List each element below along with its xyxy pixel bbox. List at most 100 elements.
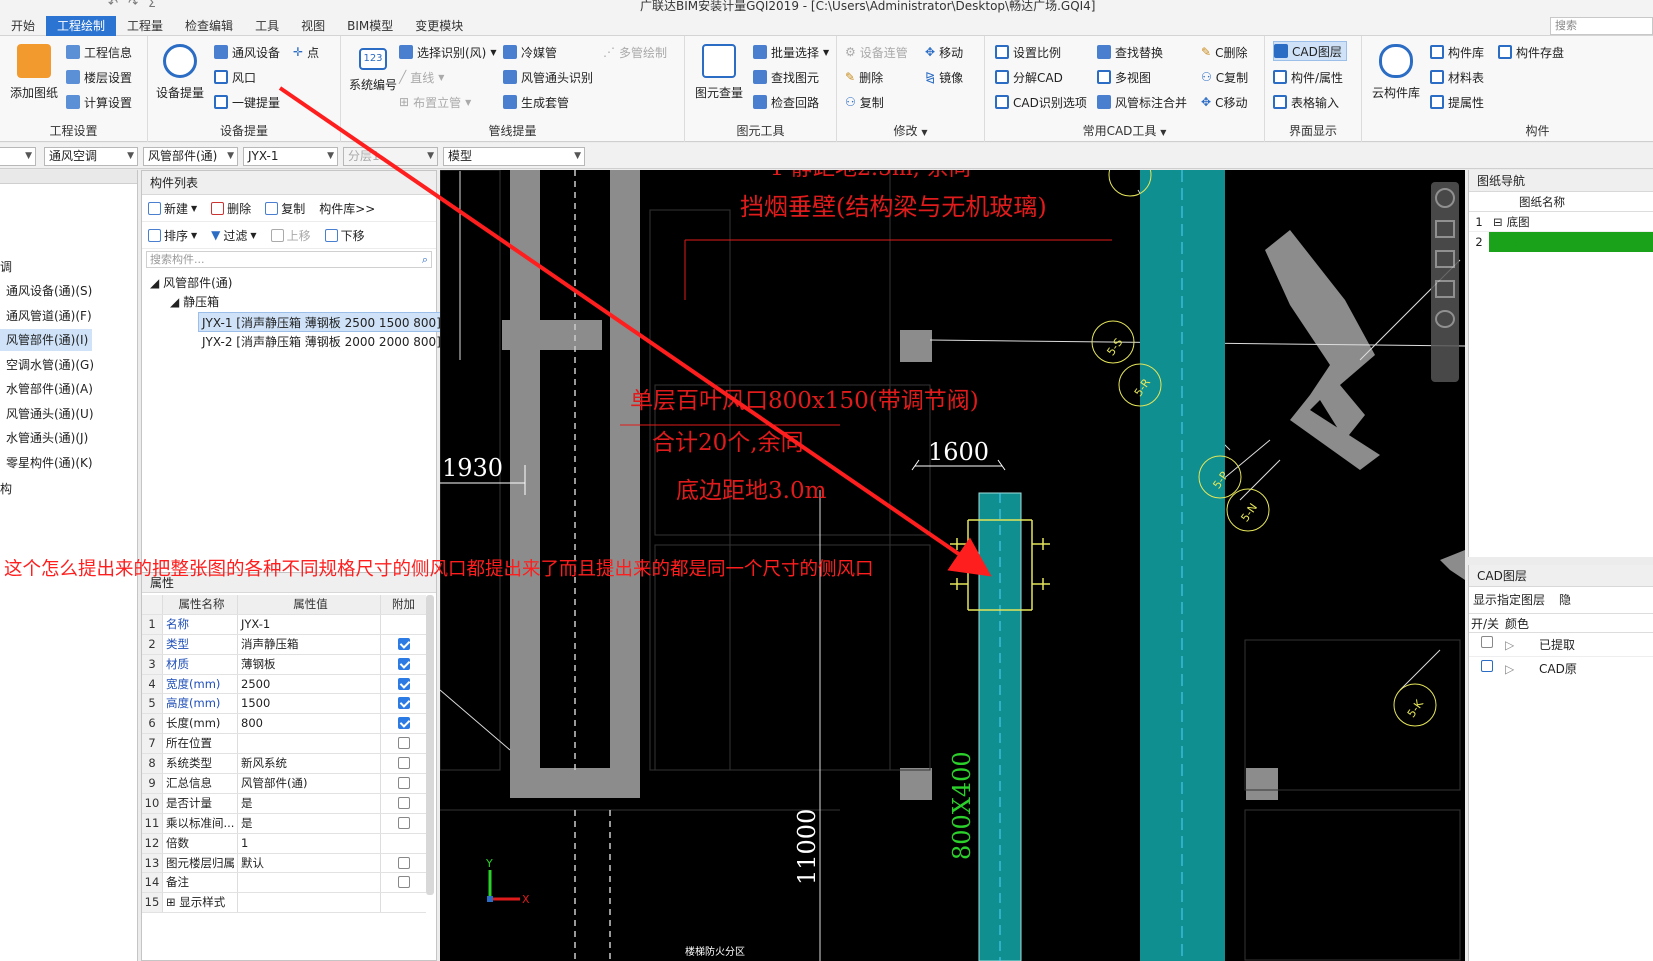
property-row[interactable]: 10 是否计量是 xyxy=(142,793,426,814)
menu-tab[interactable]: 工程量 xyxy=(116,16,174,36)
property-value[interactable]: 2500 xyxy=(238,674,381,694)
property-value[interactable]: 是 xyxy=(238,793,381,813)
property-value[interactable]: 1500 xyxy=(238,694,381,714)
menu-tab[interactable]: BIM模型 xyxy=(336,16,404,36)
left-nav-item[interactable]: 通风设备(通)(S) xyxy=(6,280,92,302)
rotate-icon[interactable] xyxy=(1435,310,1455,328)
property-value[interactable]: 新风系统 xyxy=(238,754,381,774)
cad-layer-row[interactable]: ▷ CAD原 xyxy=(1469,657,1653,681)
calc-settings-button[interactable]: 计算设置 xyxy=(66,92,132,112)
comp-save-button[interactable]: 构件存盘 xyxy=(1498,42,1564,62)
property-value[interactable]: 默认 xyxy=(238,853,381,873)
property-row[interactable]: 5 高度(mm) 1500 xyxy=(142,694,426,715)
library-button[interactable]: 构件库>> xyxy=(319,200,375,217)
attach-checkbox[interactable] xyxy=(397,796,410,809)
property-value[interactable] xyxy=(238,734,381,754)
property-row[interactable]: 8 系统类型 新风系统 xyxy=(142,754,426,775)
material-button[interactable]: 材料表 xyxy=(1430,67,1484,87)
collapse-icon[interactable]: ⊟ xyxy=(1493,212,1503,231)
batch-select-button[interactable]: 批量选择 ▼ xyxy=(753,42,829,62)
multi-draw-button[interactable]: ⋰ 多管绘制 xyxy=(603,42,667,62)
system-number-button[interactable]: 123 系统编号 xyxy=(343,48,403,93)
sum-icon[interactable]: Σ xyxy=(148,0,156,10)
layer-toggle-checkbox[interactable] xyxy=(1481,635,1493,648)
attach-checkbox[interactable] xyxy=(397,777,410,790)
air-outlet-button[interactable]: 风口 xyxy=(214,67,256,87)
refrigerant-pipe-button[interactable]: 冷媒管 xyxy=(503,42,557,62)
comp-attr-button[interactable]: 构件/属性 xyxy=(1273,67,1343,87)
property-row[interactable]: 15 ⊞ 显示样式 xyxy=(142,893,426,914)
duct-head-identify-button[interactable]: 风管通头识别 xyxy=(503,67,593,87)
selector-leftmost[interactable]: ▼ xyxy=(0,147,36,166)
undo-icon[interactable]: ↶ xyxy=(108,0,118,10)
component-select[interactable]: JYX-1 ▼ xyxy=(243,147,338,166)
mode-select[interactable]: 模型 ▼ xyxy=(443,147,585,166)
set-scale-button[interactable]: 设置比例 xyxy=(995,42,1061,62)
point-button[interactable]: ✛ 点 xyxy=(293,42,319,62)
c-move-button[interactable]: ✥ C移动 xyxy=(1201,92,1247,112)
expand-icon[interactable]: ▷ xyxy=(1505,633,1539,657)
cloud-lib-button[interactable]: 云构件库 xyxy=(1366,44,1426,101)
menu-tab[interactable]: 工程绘制 xyxy=(46,16,117,36)
property-row[interactable]: 1 名称 JYX-1 xyxy=(142,614,426,635)
left-nav-item[interactable]: 零星构件(通)(K) xyxy=(6,452,93,474)
layer-toggle-checkbox[interactable] xyxy=(1481,660,1493,672)
property-value[interactable]: 风管部件(通) xyxy=(238,774,381,793)
extract-attr-button[interactable]: 提属性 xyxy=(1430,92,1484,112)
tree-leaf-2[interactable]: JYX-2 [消声静压箱 薄钢板 2000 2000 800] xyxy=(202,332,441,352)
c-copy-button[interactable]: ⚇ C复制 xyxy=(1201,67,1248,87)
cad-layer-button[interactable]: CAD图层 xyxy=(1273,41,1347,61)
tree-group[interactable]: ◢ 静压箱 xyxy=(170,292,219,312)
new-button[interactable]: 新建 ▼ xyxy=(148,200,197,217)
property-row[interactable]: 9 汇总信息 风管部件(通) xyxy=(142,774,426,794)
menu-tab[interactable]: 开始 xyxy=(0,16,46,36)
left-nav-item[interactable]: 风管部件(通)(I) xyxy=(0,329,92,351)
property-row[interactable]: 7 所在位置 xyxy=(142,734,426,755)
property-row[interactable]: 14 备注 xyxy=(142,873,426,894)
property-value[interactable]: 是 xyxy=(238,813,381,833)
expand-icon[interactable]: ▷ xyxy=(1505,657,1539,681)
find-element-button[interactable]: 查找图元 xyxy=(753,67,819,87)
search-input[interactable]: 搜索 xyxy=(1550,17,1653,35)
property-value[interactable]: JYX-1 xyxy=(238,614,381,634)
hide-layer-button[interactable]: 隐 xyxy=(1559,587,1571,613)
drawing-row[interactable]: 2 模型 xyxy=(1469,232,1653,252)
component-search-input[interactable]: 搜索构件... ⌕ xyxy=(146,251,432,268)
left-nav-item[interactable]: 风管通头(通)(U) xyxy=(6,403,94,425)
c-delete-button[interactable]: ✎ C删除 xyxy=(1201,42,1247,62)
tree-root[interactable]: ◢ 风管部件(通) xyxy=(150,273,232,293)
property-value[interactable]: 1 xyxy=(238,833,381,853)
property-value[interactable]: 薄钢板 xyxy=(238,654,381,674)
type-select[interactable]: 风管部件(通) ▼ xyxy=(143,147,238,166)
left-nav-item[interactable]: 水管部件(通)(A) xyxy=(6,378,93,400)
property-row[interactable]: 2 类型 消声静压箱 xyxy=(142,634,426,655)
floor-settings-button[interactable]: 楼层设置 xyxy=(66,67,132,87)
delete-button[interactable]: ✎ 删除 xyxy=(845,67,883,87)
redo-icon[interactable]: ↷ xyxy=(128,0,138,10)
attach-checkbox[interactable] xyxy=(397,737,410,750)
menu-tab[interactable]: 变更模块 xyxy=(404,16,474,36)
property-scrollbar[interactable] xyxy=(426,595,434,895)
one-key-extract-button[interactable]: 一键提量 xyxy=(214,92,280,112)
attach-checkbox[interactable] xyxy=(397,876,410,889)
gen-sleeve-button[interactable]: 生成套管 xyxy=(503,92,569,112)
property-value[interactable] xyxy=(238,873,381,893)
drawing-row[interactable]: 1 ⊟ 底图 xyxy=(1469,212,1653,232)
device-extract-button[interactable]: 设备提量 xyxy=(150,44,210,101)
property-row[interactable]: 13 图元楼层归属 默认 xyxy=(142,853,426,874)
show-layer-button[interactable]: 显示指定图层 xyxy=(1473,587,1545,613)
attach-checkbox[interactable] xyxy=(397,757,410,770)
add-drawing-button[interactable]: 添加图纸 xyxy=(4,44,64,101)
left-nav-item[interactable]: 通风管道(通)(F) xyxy=(6,305,92,327)
attach-checkbox[interactable] xyxy=(397,856,410,869)
property-row[interactable]: 12 倍数 1 xyxy=(142,833,426,854)
menu-tab[interactable]: 工具 xyxy=(244,16,290,36)
property-row[interactable]: 3 材质 薄钢板 xyxy=(142,654,426,675)
move-down-button[interactable]: 下移 xyxy=(324,227,365,244)
device-connect-button[interactable]: ⚙ 设备连管 xyxy=(845,42,908,62)
cube-icon[interactable] xyxy=(1435,280,1455,298)
decompose-cad-button[interactable]: 分解CAD xyxy=(995,67,1063,87)
attach-checkbox[interactable] xyxy=(397,717,410,730)
move-button[interactable]: ✥ 移动 xyxy=(925,42,963,62)
select-identify-button[interactable]: 选择识别(风) ▼ xyxy=(399,42,497,62)
